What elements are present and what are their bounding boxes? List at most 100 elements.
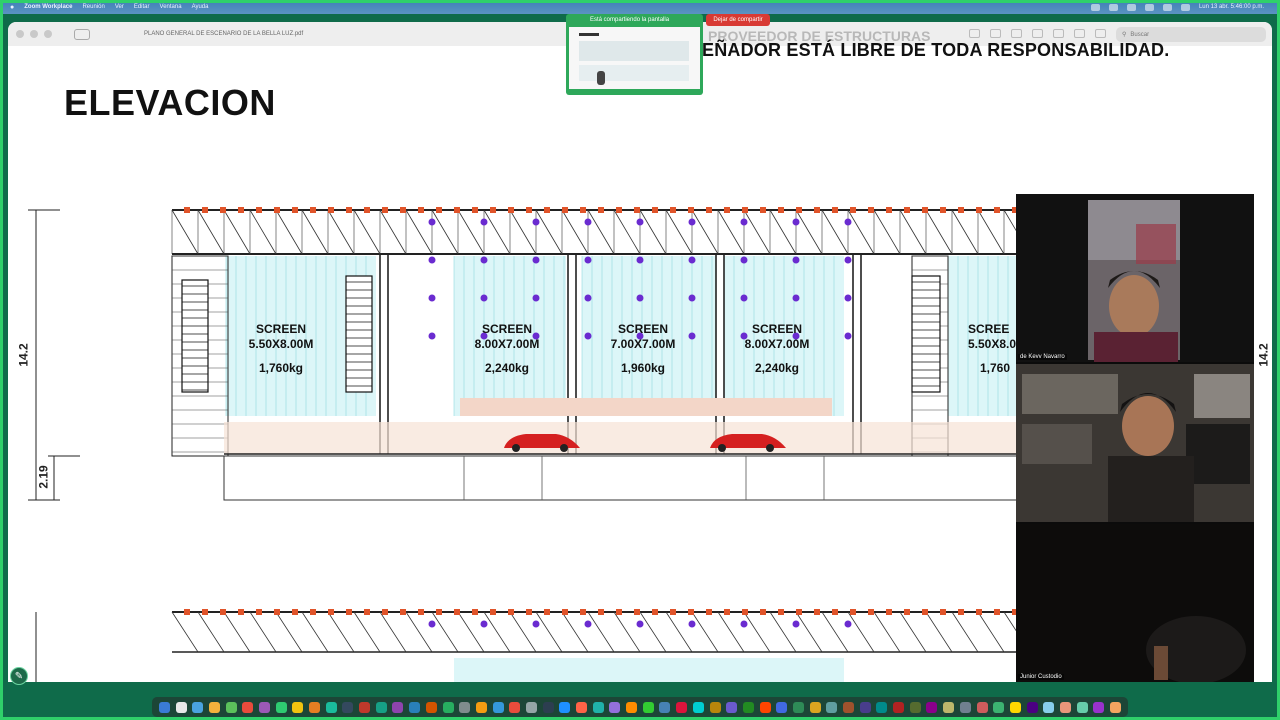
dock-app-icon[interactable] <box>959 701 971 713</box>
stage-light <box>532 294 540 302</box>
share-icon[interactable] <box>1011 29 1022 38</box>
dock-app-icon[interactable] <box>609 701 621 713</box>
annotate-icon[interactable] <box>1095 29 1106 38</box>
truss-diagonal <box>717 209 745 255</box>
dock-app-icon[interactable] <box>459 701 471 713</box>
status-icon[interactable] <box>1126 3 1136 11</box>
dock-app-icon[interactable] <box>1093 701 1105 713</box>
dock-app-icon[interactable] <box>993 701 1005 713</box>
dock-app-icon[interactable] <box>709 701 721 713</box>
dock-app-icon[interactable] <box>759 701 771 713</box>
dock-app-icon[interactable] <box>258 701 270 713</box>
dock-app-icon[interactable] <box>492 701 504 713</box>
screen-label: SCREEN 8.00X7.00M 2,240kg <box>470 322 544 376</box>
dock-app-icon[interactable] <box>1110 701 1122 713</box>
menu-item-ver[interactable]: Ver <box>115 4 124 10</box>
menu-item-ventana[interactable]: Ventana <box>160 4 182 10</box>
rigging-point <box>346 609 352 615</box>
dock-app-icon[interactable] <box>475 701 487 713</box>
participant-video[interactable]: de Kevv Navarro <box>1016 194 1254 362</box>
menu-item-editar[interactable]: Editar <box>134 4 150 10</box>
menu-item-reunion[interactable]: Reunión <box>82 4 104 10</box>
dock-app-icon[interactable] <box>275 701 287 713</box>
dock-app-icon[interactable] <box>976 701 988 713</box>
stage-light <box>844 218 852 226</box>
status-icon[interactable] <box>1108 3 1118 11</box>
dock-app-icon[interactable] <box>509 701 521 713</box>
stop-share-button[interactable]: Dejar de compartir <box>706 14 770 26</box>
truss-diagonal <box>249 209 277 255</box>
dock-app-icon[interactable] <box>425 701 437 713</box>
stage-light <box>584 256 592 264</box>
dock-app-icon[interactable] <box>876 701 888 713</box>
participant-name: Junior Custodio <box>1018 674 1064 680</box>
dock-app-icon[interactable] <box>826 701 838 713</box>
dock-app-icon[interactable] <box>375 701 387 713</box>
dock-app-icon[interactable] <box>943 701 955 713</box>
menu-app-name[interactable]: Zoom Workplace <box>24 4 72 10</box>
menu-item-ayuda[interactable]: Ayuda <box>192 4 209 10</box>
annotate-pencil-icon[interactable]: ✎ <box>10 667 28 685</box>
dock-app-icon[interactable] <box>1059 701 1071 713</box>
dock-app-icon[interactable] <box>776 701 788 713</box>
dock-app-icon[interactable] <box>893 701 905 713</box>
participant-video[interactable] <box>1016 364 1254 522</box>
minimize-window-button[interactable] <box>30 30 38 38</box>
truss-diagonal <box>171 209 199 255</box>
screen-weight: 2,240kg <box>754 361 800 375</box>
sharing-preview[interactable]: Está compartiendo la pantalla <box>566 14 703 95</box>
dock-app-icon[interactable] <box>442 701 454 713</box>
dock-app-icon[interactable] <box>392 701 404 713</box>
dock-app-icon[interactable] <box>208 701 220 713</box>
zoom-out-icon[interactable] <box>969 29 980 38</box>
dock-app-icon[interactable] <box>309 701 321 713</box>
dock-app-icon[interactable] <box>792 701 804 713</box>
dock-app-icon[interactable] <box>642 701 654 713</box>
dock-app-icon[interactable] <box>692 701 704 713</box>
dock-app-icon[interactable] <box>909 701 921 713</box>
wifi-icon[interactable] <box>1144 3 1154 11</box>
dock-app-icon[interactable] <box>1026 701 1038 713</box>
dock-app-icon[interactable] <box>175 701 187 713</box>
dock-app-icon[interactable] <box>359 701 371 713</box>
dock-app-icon[interactable] <box>225 701 237 713</box>
zoom-in-icon[interactable] <box>990 29 1001 38</box>
dock-app-icon[interactable] <box>559 701 571 713</box>
status-icon[interactable] <box>1090 3 1100 11</box>
dock-app-icon[interactable] <box>742 701 754 713</box>
menu-clock[interactable]: Lun 13 abr. 5:46:00 p.m. <box>1199 4 1264 10</box>
dock-app-icon[interactable] <box>292 701 304 713</box>
rotate-icon[interactable] <box>1053 29 1064 38</box>
dock-app-icon[interactable] <box>242 701 254 713</box>
dock-app-icon[interactable] <box>325 701 337 713</box>
dock-app-icon[interactable] <box>676 701 688 713</box>
participant-video[interactable]: Junior Custodio <box>1016 524 1254 682</box>
dock-app-icon[interactable] <box>726 701 738 713</box>
close-window-button[interactable] <box>16 30 24 38</box>
dock-app-icon[interactable] <box>158 701 170 713</box>
dock-app-icon[interactable] <box>542 701 554 713</box>
dock-app-icon[interactable] <box>409 701 421 713</box>
sign-icon[interactable] <box>1074 29 1085 38</box>
dock-app-icon[interactable] <box>809 701 821 713</box>
dock-app-icon[interactable] <box>576 701 588 713</box>
dock-app-icon[interactable] <box>1043 701 1055 713</box>
dock-app-icon[interactable] <box>192 701 204 713</box>
dock-app-icon[interactable] <box>859 701 871 713</box>
rigging-point <box>904 207 910 213</box>
dock-app-icon[interactable] <box>342 701 354 713</box>
sidebar-toggle-icon[interactable] <box>74 28 90 40</box>
apple-icon[interactable]: ● <box>10 4 14 11</box>
zoom-window-button[interactable] <box>44 30 52 38</box>
dock-app-icon[interactable] <box>592 701 604 713</box>
dock-app-icon[interactable] <box>926 701 938 713</box>
dock-app-icon[interactable] <box>843 701 855 713</box>
battery-icon[interactable] <box>1162 3 1172 11</box>
dock-app-icon[interactable] <box>525 701 537 713</box>
dock-app-icon[interactable] <box>1009 701 1021 713</box>
search-icon[interactable] <box>1180 3 1190 11</box>
dock-app-icon[interactable] <box>626 701 638 713</box>
dock-app-icon[interactable] <box>659 701 671 713</box>
markup-icon[interactable] <box>1032 29 1043 38</box>
dock-app-icon[interactable] <box>1076 701 1088 713</box>
